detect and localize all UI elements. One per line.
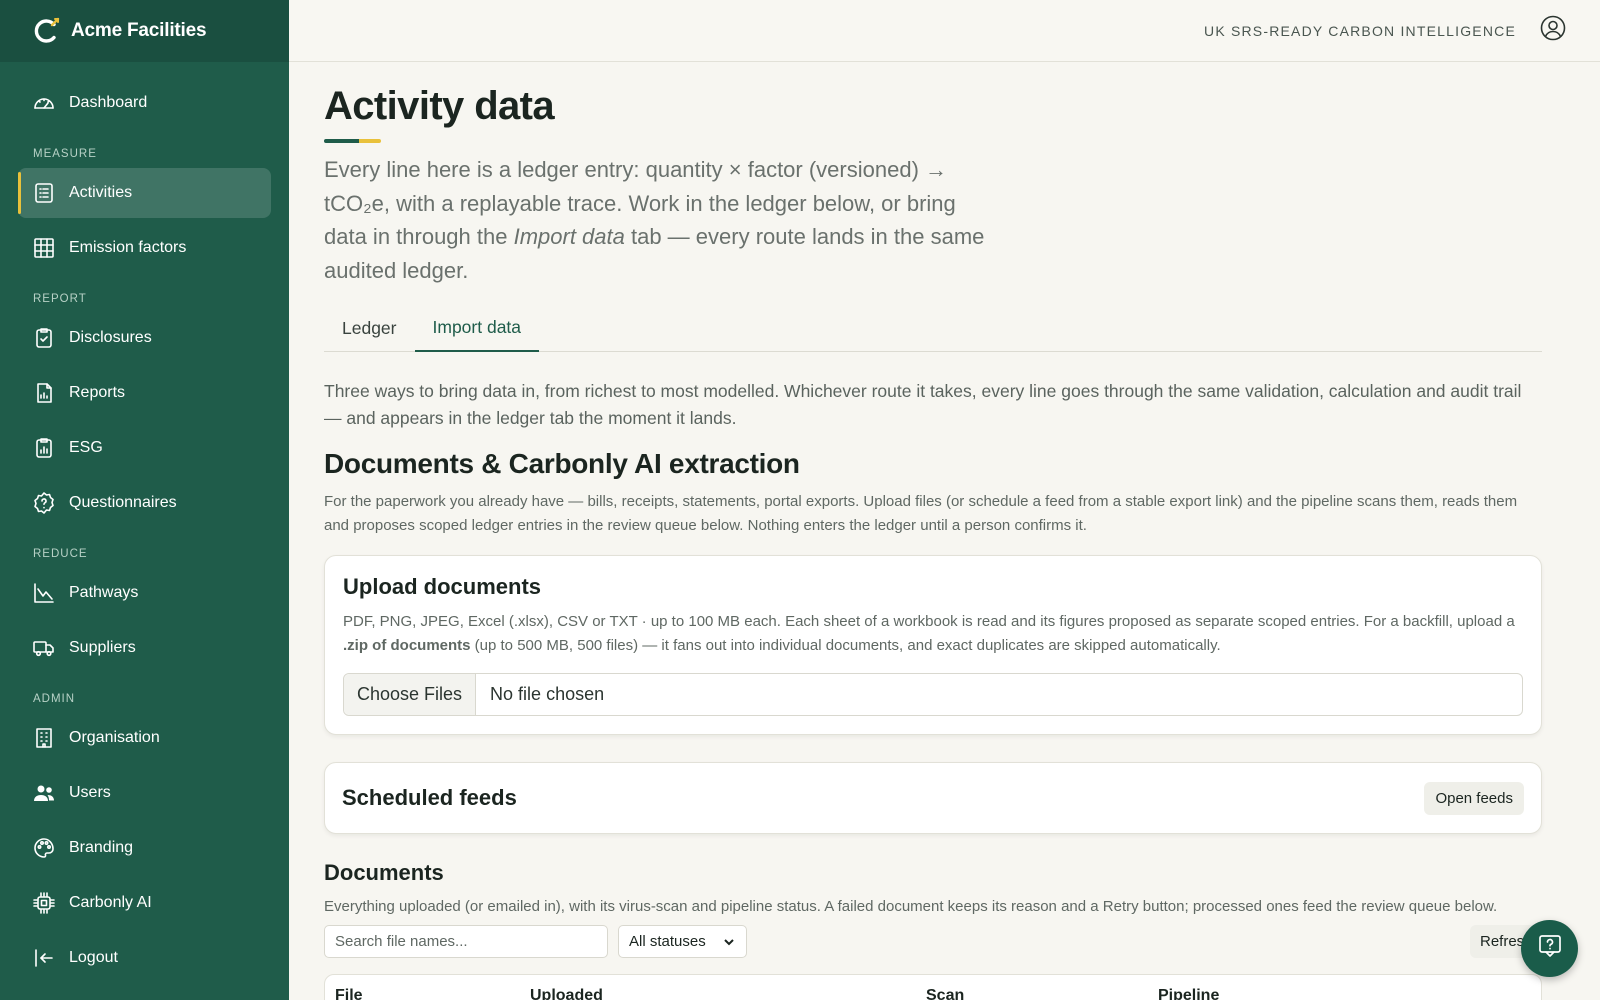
file-upload-input[interactable]: Choose Files No file chosen <box>343 673 1523 716</box>
sidebar-section-reduce: REDUCE <box>33 548 88 560</box>
sidebar-item-label: Suppliers <box>69 639 136 656</box>
sidebar-item-emission-factors[interactable]: Emission factors <box>18 223 271 273</box>
tab-bar: Ledger Import data <box>324 305 1542 352</box>
choose-files-button[interactable]: Choose Files <box>344 674 477 715</box>
sidebar-item-carbonly-ai[interactable]: Carbonly AI <box>18 878 271 928</box>
user-circle-icon[interactable] <box>1540 15 1566 46</box>
sidebar: Acme Facilities Dashboard MEASURE Activi… <box>0 0 289 1000</box>
sidebar-item-label: Users <box>69 784 111 801</box>
sidebar-item-label: Emission factors <box>69 239 187 256</box>
table-header-file[interactable]: File <box>335 987 363 1000</box>
clipboard-chart-icon <box>32 436 56 460</box>
sidebar-item-label: Reports <box>69 384 126 401</box>
sidebar-item-activities[interactable]: Activities <box>18 168 271 218</box>
scheduled-feeds-card: Scheduled feeds Open feeds <box>324 762 1542 834</box>
sidebar-item-dashboard[interactable]: Dashboard <box>18 78 271 128</box>
main-content: Activity data Every line here is a ledge… <box>289 62 1600 1000</box>
sidebar-section-admin: ADMIN <box>33 693 76 705</box>
sidebar-item-disclosures[interactable]: Disclosures <box>18 313 271 363</box>
sidebar-section-report: REPORT <box>33 293 87 305</box>
sidebar-item-label: Pathways <box>69 584 139 601</box>
page-intro: Every line here is a ledger entry: quant… <box>324 157 985 283</box>
sidebar-item-label: Branding <box>69 839 134 856</box>
list-document-icon <box>32 181 56 205</box>
brand-name: Acme Facilities <box>71 20 207 41</box>
documents-table: File Uploaded Scan Pipeline <box>324 974 1542 1000</box>
truck-icon <box>32 636 56 660</box>
brand[interactable]: Acme Facilities <box>0 0 289 62</box>
table-header-scan[interactable]: Scan <box>926 987 964 1000</box>
sidebar-item-reports[interactable]: Reports <box>18 368 271 418</box>
file-status-text: No file chosen <box>490 684 605 704</box>
cpu-chip-icon <box>32 891 56 915</box>
building-icon <box>32 726 56 750</box>
upload-documents-card: Upload documents PDF, PNG, JPEG, Excel (… <box>324 555 1542 735</box>
sidebar-item-label: Organisation <box>69 729 160 746</box>
sidebar-item-label: Carbonly AI <box>69 894 152 911</box>
sidebar-item-questionnaires[interactable]: Questionnaires <box>18 478 271 528</box>
help-chat-button[interactable] <box>1521 920 1578 977</box>
feeds-card-title: Scheduled feeds <box>342 785 517 810</box>
page-title: Activity data <box>324 84 555 128</box>
sidebar-item-label: ESG <box>69 439 103 456</box>
documents-title: Documents <box>324 860 444 885</box>
sidebar-item-label: Activities <box>69 184 133 201</box>
line-chart-icon <box>32 581 56 605</box>
open-feeds-button[interactable]: Open feeds <box>1424 781 1524 815</box>
gauge-icon <box>32 91 56 115</box>
users-icon <box>32 781 56 805</box>
sidebar-item-esg[interactable]: ESG <box>18 423 271 473</box>
table-header-uploaded[interactable]: Uploaded <box>530 987 603 1000</box>
topbar-tagline: UK SRS-READY CARBON INTELLIGENCE <box>1204 22 1516 39</box>
carbonly-logo-icon <box>33 17 61 45</box>
sidebar-item-users[interactable]: Users <box>18 768 271 818</box>
sidebar-item-pathways[interactable]: Pathways <box>18 568 271 618</box>
title-accent-bar <box>324 139 1542 143</box>
upload-card-title: Upload documents <box>343 574 542 599</box>
sidebar-nav: Dashboard MEASURE Activities Emission fa… <box>0 62 289 983</box>
section-title-documents-ai: Documents & Carbonly AI extraction <box>324 448 800 479</box>
sidebar-section-measure: MEASURE <box>33 148 97 160</box>
sidebar-item-logout[interactable]: Logout <box>18 933 271 983</box>
status-filter-value: All statuses <box>629 933 706 950</box>
report-document-icon <box>32 381 56 405</box>
question-badge-icon <box>32 491 56 515</box>
clipboard-check-icon <box>32 326 56 350</box>
section-description: For the paperwork you already have — bil… <box>324 493 1518 534</box>
help-chat-icon <box>1537 933 1563 964</box>
tab-ledger[interactable]: Ledger <box>324 305 415 352</box>
import-lead: Three ways to bring data in, from riches… <box>324 381 1522 428</box>
logout-icon <box>32 946 56 970</box>
sidebar-item-branding[interactable]: Branding <box>18 823 271 873</box>
sidebar-item-label: Logout <box>69 949 118 966</box>
sidebar-item-suppliers[interactable]: Suppliers <box>18 623 271 673</box>
search-input[interactable] <box>324 925 608 958</box>
documents-description: Everything uploaded (or emailed in), wit… <box>324 898 1498 915</box>
palette-icon <box>32 836 56 860</box>
sidebar-item-label: Disclosures <box>69 329 152 346</box>
documents-filters: All statuses Refresh <box>324 925 1542 958</box>
table-header-pipeline[interactable]: Pipeline <box>1158 987 1219 1000</box>
sidebar-item-label: Dashboard <box>69 94 148 111</box>
upload-card-description: PDF, PNG, JPEG, Excel (.xlsx), CSV or TX… <box>343 613 1515 654</box>
table-grid-icon <box>32 236 56 260</box>
status-filter-select[interactable]: All statuses <box>618 925 747 958</box>
chevron-down-icon <box>724 938 734 945</box>
tab-import-data[interactable]: Import data <box>414 305 540 352</box>
topbar: UK SRS-READY CARBON INTELLIGENCE <box>289 0 1600 62</box>
sidebar-item-organisation[interactable]: Organisation <box>18 713 271 763</box>
sidebar-item-label: Questionnaires <box>69 494 177 511</box>
